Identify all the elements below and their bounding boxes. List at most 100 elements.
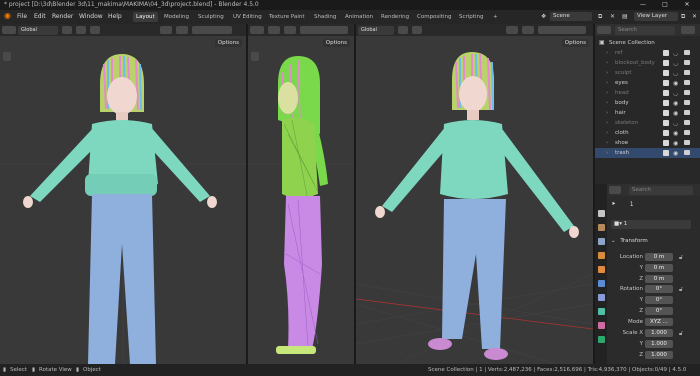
snap-button[interactable]: [76, 26, 86, 34]
camera-icon[interactable]: [684, 60, 690, 65]
particles-tab-icon[interactable]: [598, 294, 605, 301]
exclude-checkbox[interactable]: [663, 100, 669, 106]
expand-icon[interactable]: ›: [606, 128, 608, 138]
outliner-item[interactable]: › sculpt ◡: [595, 68, 700, 78]
remove-layer-icon[interactable]: ✕: [692, 13, 697, 20]
expand-icon[interactable]: ›: [606, 88, 608, 98]
lock-icon[interactable]: 🔓︎: [679, 330, 683, 338]
copy-layer-icon[interactable]: ⧉: [681, 13, 685, 21]
modifier-tab-icon[interactable]: [598, 280, 605, 287]
location-x-field[interactable]: 0 m: [645, 253, 673, 261]
outliner-item[interactable]: › shoe ◉: [595, 138, 700, 148]
data-tab-icon[interactable]: [598, 336, 605, 343]
tab-modeling[interactable]: Modeling: [161, 12, 192, 22]
scale-z-field[interactable]: 1.000: [645, 351, 673, 359]
editor-type-button[interactable]: [250, 26, 264, 34]
overlays-button[interactable]: [176, 26, 188, 34]
view-layer-selector[interactable]: View Layer: [634, 12, 678, 21]
scene-selector[interactable]: Scene: [550, 12, 592, 21]
expand-icon[interactable]: ›: [606, 108, 608, 118]
scale-x-field[interactable]: 1.000: [645, 329, 673, 337]
outliner-item[interactable]: › ref ◡: [595, 48, 700, 58]
shading-buttons[interactable]: [300, 26, 348, 34]
character-model[interactable]: [276, 56, 328, 354]
transform-panel-header[interactable]: ⌄ Transform: [611, 236, 697, 246]
pivot-button[interactable]: [398, 26, 408, 34]
orientation-selector[interactable]: Global: [18, 25, 58, 35]
expand-icon[interactable]: ›: [606, 148, 608, 158]
character-model[interactable]: [23, 54, 217, 364]
filter-button[interactable]: [681, 26, 695, 34]
constraints-tab-icon[interactable]: [598, 322, 605, 329]
character-model[interactable]: [375, 52, 579, 360]
viewport-side[interactable]: Options: [248, 24, 354, 364]
rotation-x-field[interactable]: 0°: [645, 285, 673, 293]
copy-scene-icon[interactable]: ⧉: [598, 13, 602, 21]
tool-tab-icon[interactable]: [598, 210, 605, 217]
outliner-item[interactable]: › blockout_body ◡: [595, 58, 700, 68]
options-dropdown[interactable]: Options: [322, 39, 350, 47]
location-z-field[interactable]: 0 m: [645, 275, 673, 283]
exclude-checkbox[interactable]: [663, 70, 669, 76]
expand-icon[interactable]: ›: [606, 118, 608, 128]
select-tool-icon[interactable]: [3, 52, 11, 61]
render-tab-icon[interactable]: [598, 224, 605, 231]
exclude-checkbox[interactable]: [663, 150, 669, 156]
active-object-tab-icon[interactable]: [598, 266, 605, 273]
exclude-checkbox[interactable]: [663, 110, 669, 116]
expand-icon[interactable]: ›: [606, 48, 608, 58]
exclude-checkbox[interactable]: [663, 140, 669, 146]
shading-buttons[interactable]: [192, 26, 232, 34]
rotation-mode-select[interactable]: XYZ ...: [645, 318, 673, 326]
outliner-item[interactable]: › eyes ◉: [595, 78, 700, 88]
outliner-search-input[interactable]: Search: [615, 25, 675, 35]
viewport-perspective[interactable]: Global Options: [356, 24, 593, 364]
camera-icon[interactable]: [684, 50, 690, 55]
outliner-item[interactable]: › body ◉: [595, 98, 700, 108]
options-dropdown[interactable]: Options: [561, 39, 589, 47]
camera-icon[interactable]: [684, 120, 690, 125]
expand-icon[interactable]: ›: [606, 98, 608, 108]
expand-icon[interactable]: ›: [606, 68, 608, 78]
tab-shading[interactable]: Shading: [311, 12, 339, 22]
pin-icon[interactable]: ⯈: [611, 201, 616, 208]
outliner-item[interactable]: › skeleton ◡: [595, 118, 700, 128]
orientation-selector[interactable]: Global: [358, 25, 394, 35]
tab-rendering[interactable]: Rendering: [378, 12, 412, 22]
physics-tab-icon[interactable]: [598, 308, 605, 315]
remove-scene-icon[interactable]: ✕: [610, 13, 615, 20]
camera-icon[interactable]: [684, 140, 690, 145]
tab-compositing[interactable]: Compositing: [414, 12, 454, 22]
exclude-checkbox[interactable]: [663, 80, 669, 86]
menu-file[interactable]: File: [17, 13, 27, 21]
menu-edit[interactable]: Edit: [34, 13, 46, 21]
close-button[interactable]: ✕: [676, 0, 698, 10]
outliner-type-button[interactable]: [597, 26, 611, 34]
properties-type-button[interactable]: [609, 186, 621, 194]
menu-help[interactable]: Help: [108, 13, 122, 21]
minimize-button[interactable]: —: [632, 0, 654, 10]
overlays-button[interactable]: [522, 26, 534, 34]
visibility-button[interactable]: [160, 26, 172, 34]
maximize-button[interactable]: □: [654, 0, 676, 10]
location-y-field[interactable]: 0 m: [645, 264, 673, 272]
camera-icon[interactable]: [684, 90, 690, 95]
camera-icon[interactable]: [684, 130, 690, 135]
object-data-field[interactable]: ■▾ 1: [611, 220, 691, 229]
visibility-button[interactable]: [268, 26, 280, 34]
shading-buttons[interactable]: [538, 26, 586, 34]
menu-window[interactable]: Window: [79, 13, 103, 21]
proportional-button[interactable]: [90, 26, 100, 34]
exclude-checkbox[interactable]: [663, 120, 669, 126]
eye-icon[interactable]: ◉: [673, 149, 678, 159]
viewport-front[interactable]: Global Options: [0, 24, 246, 364]
snap-button[interactable]: [412, 26, 422, 34]
exclude-checkbox[interactable]: [663, 130, 669, 136]
camera-icon[interactable]: [684, 150, 690, 155]
rotation-y-field[interactable]: 0°: [645, 296, 673, 304]
tab-layout[interactable]: Layout: [133, 12, 158, 22]
outliner-item[interactable]: › hair ◉: [595, 108, 700, 118]
camera-icon[interactable]: [684, 70, 690, 75]
properties-search-input[interactable]: Search: [629, 185, 693, 195]
output-tab-icon[interactable]: [598, 238, 605, 245]
